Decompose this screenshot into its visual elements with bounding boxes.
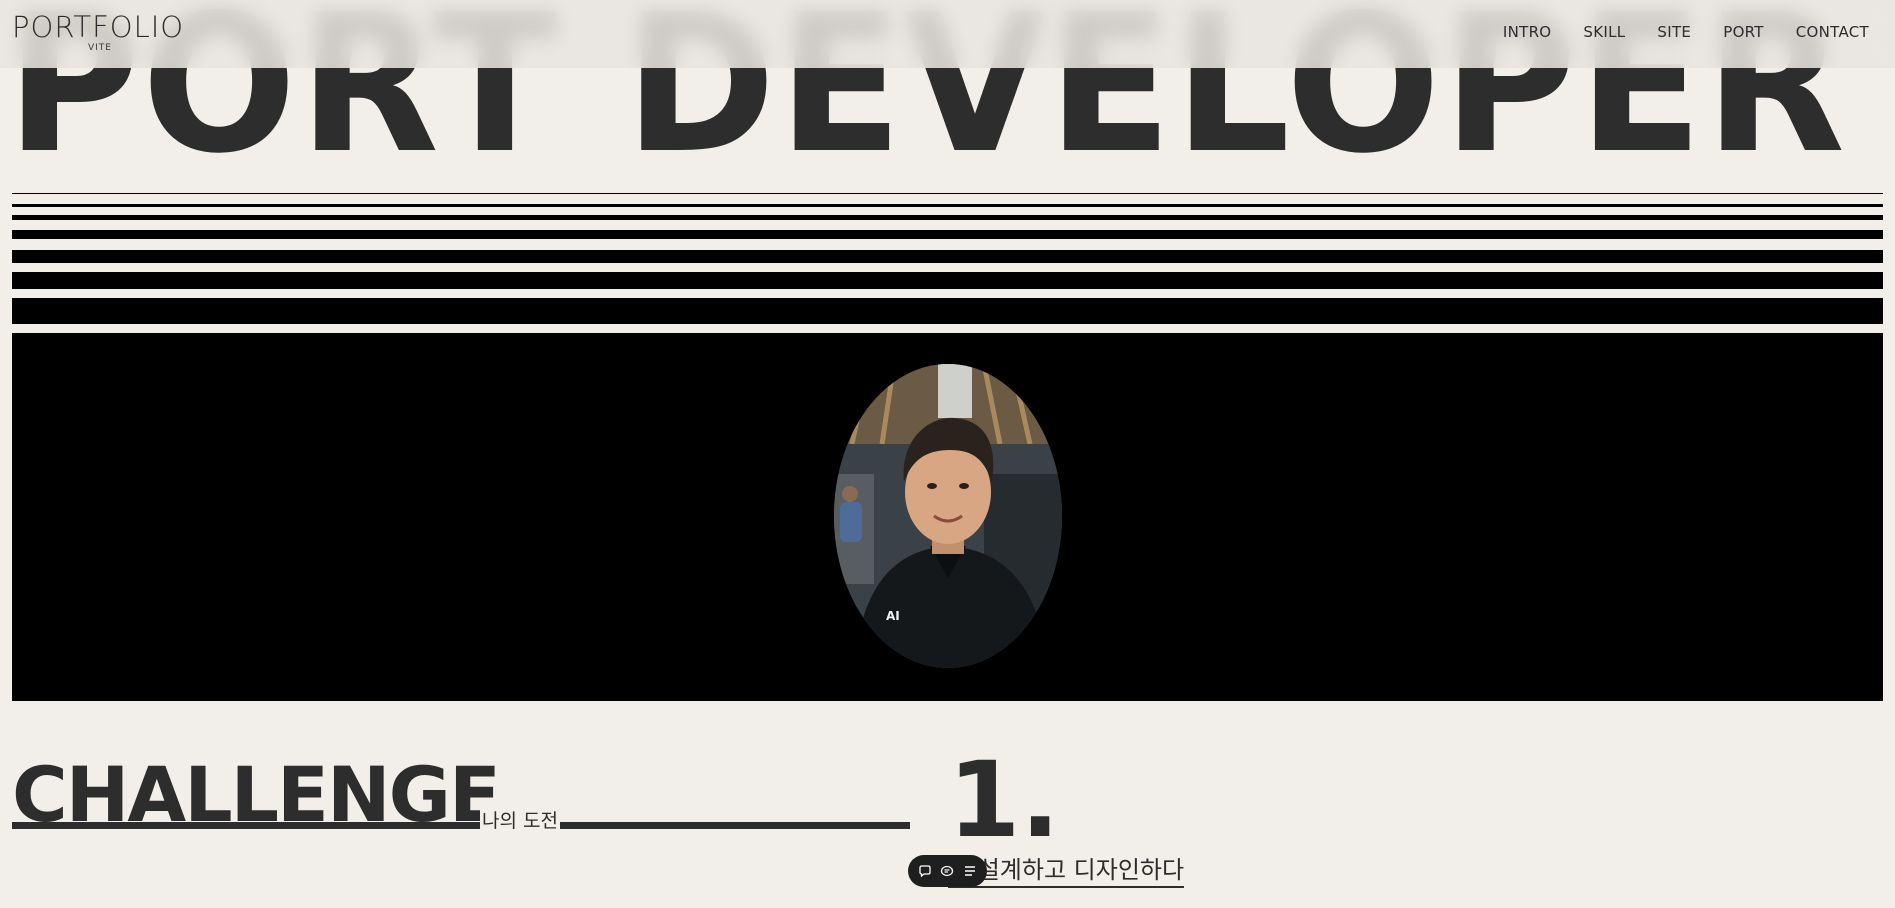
logo-text[interactable]: PORTFOLIO (12, 10, 184, 44)
shirt-logo: AI (886, 609, 900, 623)
comment-icon[interactable] (939, 863, 955, 879)
logo[interactable]: PORTFOLIO VITE (12, 10, 184, 53)
stripe-line (12, 204, 1883, 207)
chat-icon[interactable] (917, 863, 933, 879)
site-header: PORTFOLIO VITE INTRO SKILL SITE PORT CON… (0, 0, 1895, 68)
nav-item-site: SITE (1657, 22, 1691, 41)
profile-photo: AI (834, 364, 1062, 668)
stripe-line (12, 298, 1883, 324)
stripe-line (12, 215, 1883, 220)
stripe-line (12, 250, 1883, 263)
main-nav: INTRO SKILL SITE PORT CONTACT (1503, 22, 1869, 41)
nav-item-port: PORT (1723, 22, 1764, 41)
photo-band: AI (12, 333, 1883, 701)
nav-item-contact: CONTACT (1796, 22, 1869, 41)
stripe-line (12, 193, 1883, 194)
floating-toolbar (908, 855, 987, 887)
nav-link-contact[interactable]: CONTACT (1796, 23, 1869, 41)
nav-link-port[interactable]: PORT (1723, 23, 1764, 41)
nav-item-intro: INTRO (1503, 22, 1552, 41)
chat-icon-svg (919, 865, 931, 878)
stripe-line (12, 230, 1883, 239)
nav-link-intro[interactable]: INTRO (1503, 23, 1552, 41)
nav-link-site[interactable]: SITE (1657, 23, 1691, 41)
nav-item-skill: SKILL (1583, 22, 1625, 41)
comment-icon-svg (941, 865, 954, 877)
list-icon-svg (964, 866, 975, 876)
stripe-line (12, 272, 1883, 289)
challenge-underline (12, 822, 910, 829)
step-number: 1. (948, 739, 1060, 861)
nav-link-skill[interactable]: SKILL (1583, 23, 1625, 41)
logo-subtitle: VITE (88, 43, 112, 53)
challenge-subtitle: 나의 도전 (480, 806, 560, 833)
list-icon[interactable] (962, 863, 978, 879)
profile-photo-illustration: AI (834, 364, 1062, 668)
